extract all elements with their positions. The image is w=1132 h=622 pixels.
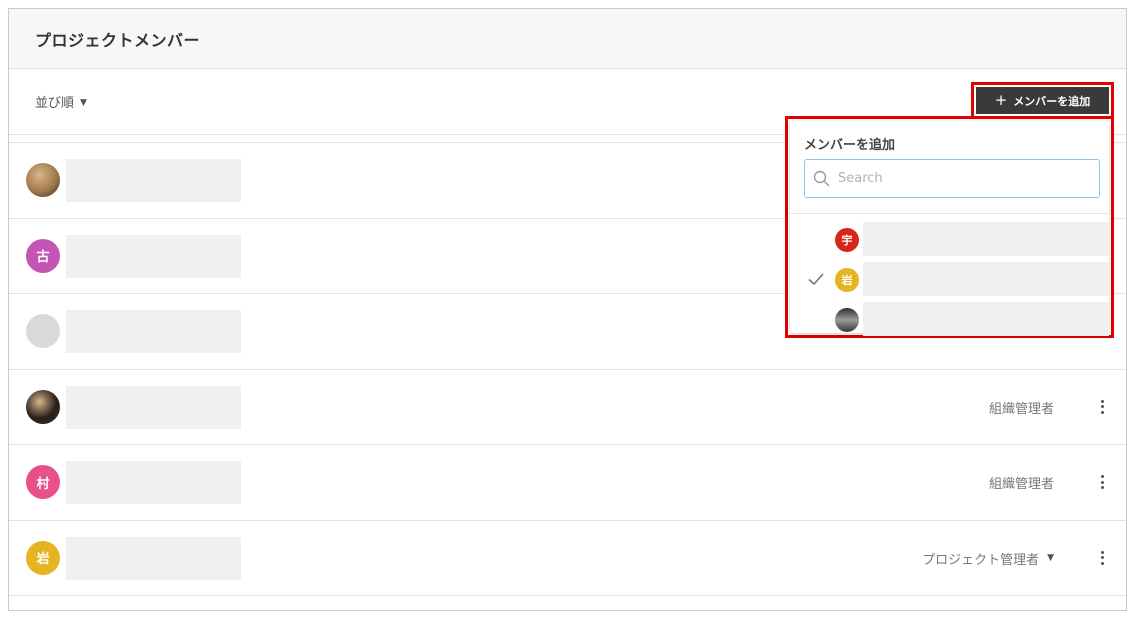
search-input[interactable] — [836, 170, 1086, 187]
candidate-name-placeholder — [863, 302, 1109, 336]
avatar: 岩 — [835, 268, 859, 292]
avatar — [26, 314, 60, 348]
avatar — [835, 308, 859, 332]
avatar — [26, 163, 60, 197]
project-members-panel: プロジェクトメンバー 並び順 ▼ + メンバーを追加 古組織管理者村組織管理者岩… — [8, 8, 1127, 611]
member-name-placeholder — [66, 385, 241, 429]
avatar: 宇 — [835, 228, 859, 252]
add-member-button[interactable]: + メンバーを追加 — [976, 87, 1109, 114]
search-icon — [813, 170, 830, 187]
dropdown-divider — [790, 213, 1109, 214]
sort-dropdown[interactable]: 並び順 ▼ — [35, 92, 87, 111]
role-text: 組織管理者 — [988, 477, 1054, 492]
add-member-button-label: メンバーを追加 — [1013, 94, 1091, 108]
candidate-item[interactable]: 宇 — [790, 222, 1109, 258]
panel-header: プロジェクトメンバー — [9, 9, 1126, 69]
candidate-name-placeholder — [863, 222, 1109, 256]
plus-icon: + — [994, 91, 1008, 109]
add-member-button-highlight: + メンバーを追加 — [971, 82, 1114, 119]
member-row: 岩 プロジェクト管理者 ▼ — [9, 521, 1126, 596]
avatar: 岩 — [26, 540, 60, 575]
member-row: 組織管理者 — [9, 370, 1126, 445]
dropdown-title: メンバーを追加 — [804, 138, 896, 153]
candidate-item[interactable]: 岩 — [790, 262, 1109, 298]
more-menu-icon[interactable] — [1098, 398, 1106, 416]
candidate-item[interactable] — [790, 302, 1109, 338]
role-label: 組織管理者 — [989, 398, 1054, 417]
candidate-name-placeholder — [863, 262, 1109, 296]
search-field[interactable] — [804, 159, 1100, 198]
member-row: 村 組織管理者 — [9, 445, 1126, 521]
caret-down-icon: ▼ — [80, 97, 87, 108]
avatar — [26, 389, 60, 424]
role-label: 組織管理者 — [989, 473, 1054, 492]
member-name-placeholder — [66, 461, 241, 504]
check-icon — [808, 273, 824, 286]
avatar: 古 — [26, 238, 60, 273]
member-name-placeholder — [66, 536, 241, 580]
more-menu-icon[interactable] — [1098, 549, 1106, 567]
avatar: 村 — [26, 465, 60, 499]
member-name-placeholder — [66, 310, 241, 353]
more-menu-icon[interactable] — [1098, 473, 1106, 491]
caret-down-icon: ▼ — [1047, 553, 1054, 563]
role-text: プロジェクト管理者 — [922, 552, 1040, 568]
member-name-placeholder — [66, 234, 241, 278]
sort-label: 並び順 — [35, 96, 75, 111]
role-dropdown[interactable]: プロジェクト管理者 ▼ — [922, 549, 1054, 568]
add-member-dropdown: メンバーを追加 宇岩 — [790, 121, 1109, 336]
role-text: 組織管理者 — [988, 401, 1054, 417]
page-title: プロジェクトメンバー — [35, 30, 201, 50]
member-name-placeholder — [66, 159, 241, 202]
add-member-dropdown-highlight: メンバーを追加 宇岩 — [785, 116, 1114, 338]
